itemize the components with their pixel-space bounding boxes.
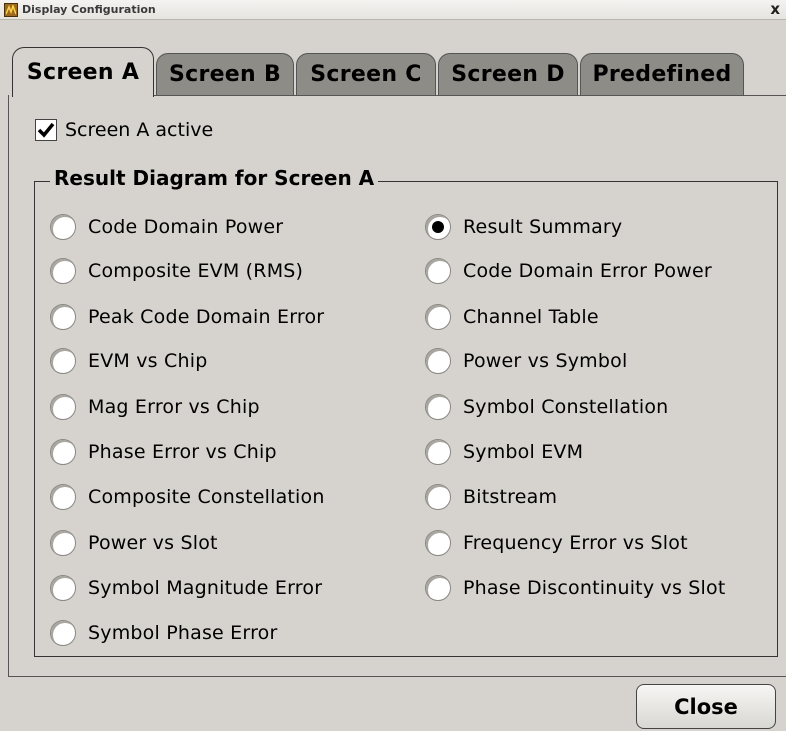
tab-predefined[interactable]: Predefined (580, 53, 744, 95)
option-label: Code Domain Error Power (463, 260, 712, 282)
radio-button[interactable] (425, 394, 451, 420)
option-symbol-constellation[interactable]: Symbol Constellation (425, 392, 668, 422)
option-symbol-magnitude-error[interactable]: Symbol Magnitude Error (50, 573, 322, 603)
window-title: Display Configuration (22, 3, 156, 16)
option-peak-code-domain-error[interactable]: Peak Code Domain Error (50, 302, 324, 332)
tab-screen-a[interactable]: Screen A (12, 47, 154, 97)
option-label: Peak Code Domain Error (88, 306, 325, 328)
option-label: Composite EVM (RMS) (88, 260, 304, 282)
option-frequency-error-vs-slot[interactable]: Frequency Error vs Slot (425, 528, 688, 558)
option-bitstream[interactable]: Bitstream (425, 482, 557, 512)
radio-button[interactable] (425, 530, 451, 556)
option-label: Symbol Phase Error (88, 622, 278, 644)
option-code-domain-error-power[interactable]: Code Domain Error Power (425, 256, 712, 286)
option-label: Bitstream (463, 486, 558, 508)
option-label: Phase Error vs Chip (88, 441, 277, 463)
option-label: Frequency Error vs Slot (463, 532, 688, 554)
option-label: EVM vs Chip (88, 350, 208, 372)
radio-button[interactable] (50, 258, 76, 284)
option-power-vs-slot[interactable]: Power vs Slot (50, 528, 218, 558)
option-label: Result Summary (463, 216, 623, 238)
tab-screen-b[interactable]: Screen B (156, 53, 294, 95)
screen-active-row[interactable]: Screen A active (35, 119, 213, 141)
radio-button[interactable] (425, 348, 451, 374)
screen-active-label: Screen A active (65, 119, 214, 141)
window-close-icon[interactable]: x (770, 0, 780, 18)
radio-button-selected[interactable] (425, 214, 451, 240)
radio-button[interactable] (50, 394, 76, 420)
radio-button[interactable] (50, 348, 76, 374)
option-code-domain-power[interactable]: Code Domain Power (50, 212, 283, 242)
tab-screen-c[interactable]: Screen C (296, 53, 436, 95)
screen-active-checkbox[interactable] (35, 119, 57, 141)
option-evm-vs-chip[interactable]: EVM vs Chip (50, 346, 207, 376)
option-label: Symbol EVM (463, 441, 584, 463)
option-label: Mag Error vs Chip (88, 396, 260, 418)
checkmark-icon (37, 122, 55, 138)
title-bar: Display Configuration x (0, 0, 786, 20)
radio-button[interactable] (50, 575, 76, 601)
option-composite-evm-rms[interactable]: Composite EVM (RMS) (50, 256, 303, 286)
option-label: Symbol Constellation (463, 396, 669, 418)
radio-button[interactable] (425, 439, 451, 465)
radio-button[interactable] (425, 575, 451, 601)
option-label: Composite Constellation (88, 486, 325, 508)
option-label: Power vs Slot (88, 532, 218, 554)
option-channel-table[interactable]: Channel Table (425, 302, 599, 332)
option-mag-error-vs-chip[interactable]: Mag Error vs Chip (50, 392, 260, 422)
radio-button[interactable] (50, 530, 76, 556)
option-symbol-phase-error[interactable]: Symbol Phase Error (50, 618, 278, 648)
option-label: Power vs Symbol (463, 350, 628, 372)
radio-button[interactable] (425, 258, 451, 284)
option-phase-discontinuity-vs-slot[interactable]: Phase Discontinuity vs Slot (425, 573, 726, 603)
option-label: Code Domain Power (88, 216, 284, 238)
option-label: Phase Discontinuity vs Slot (463, 577, 726, 599)
radio-button[interactable] (50, 304, 76, 330)
radio-button[interactable] (50, 620, 76, 646)
option-composite-constellation[interactable]: Composite Constellation (50, 482, 325, 512)
radio-button[interactable] (425, 484, 451, 510)
app-icon (4, 3, 18, 17)
option-symbol-evm[interactable]: Symbol EVM (425, 437, 583, 467)
option-power-vs-symbol[interactable]: Power vs Symbol (425, 346, 627, 376)
radio-button[interactable] (50, 484, 76, 510)
option-label: Symbol Magnitude Error (88, 577, 323, 599)
option-phase-error-vs-chip[interactable]: Phase Error vs Chip (50, 437, 277, 467)
tab-screen-d[interactable]: Screen D (438, 53, 578, 95)
close-button[interactable]: Close (636, 684, 776, 729)
result-diagram-group-title: Result Diagram for Screen A (50, 166, 379, 190)
radio-button[interactable] (425, 304, 451, 330)
option-result-summary[interactable]: Result Summary (425, 212, 622, 242)
radio-button[interactable] (50, 214, 76, 240)
option-label: Channel Table (463, 306, 599, 328)
radio-button[interactable] (50, 439, 76, 465)
